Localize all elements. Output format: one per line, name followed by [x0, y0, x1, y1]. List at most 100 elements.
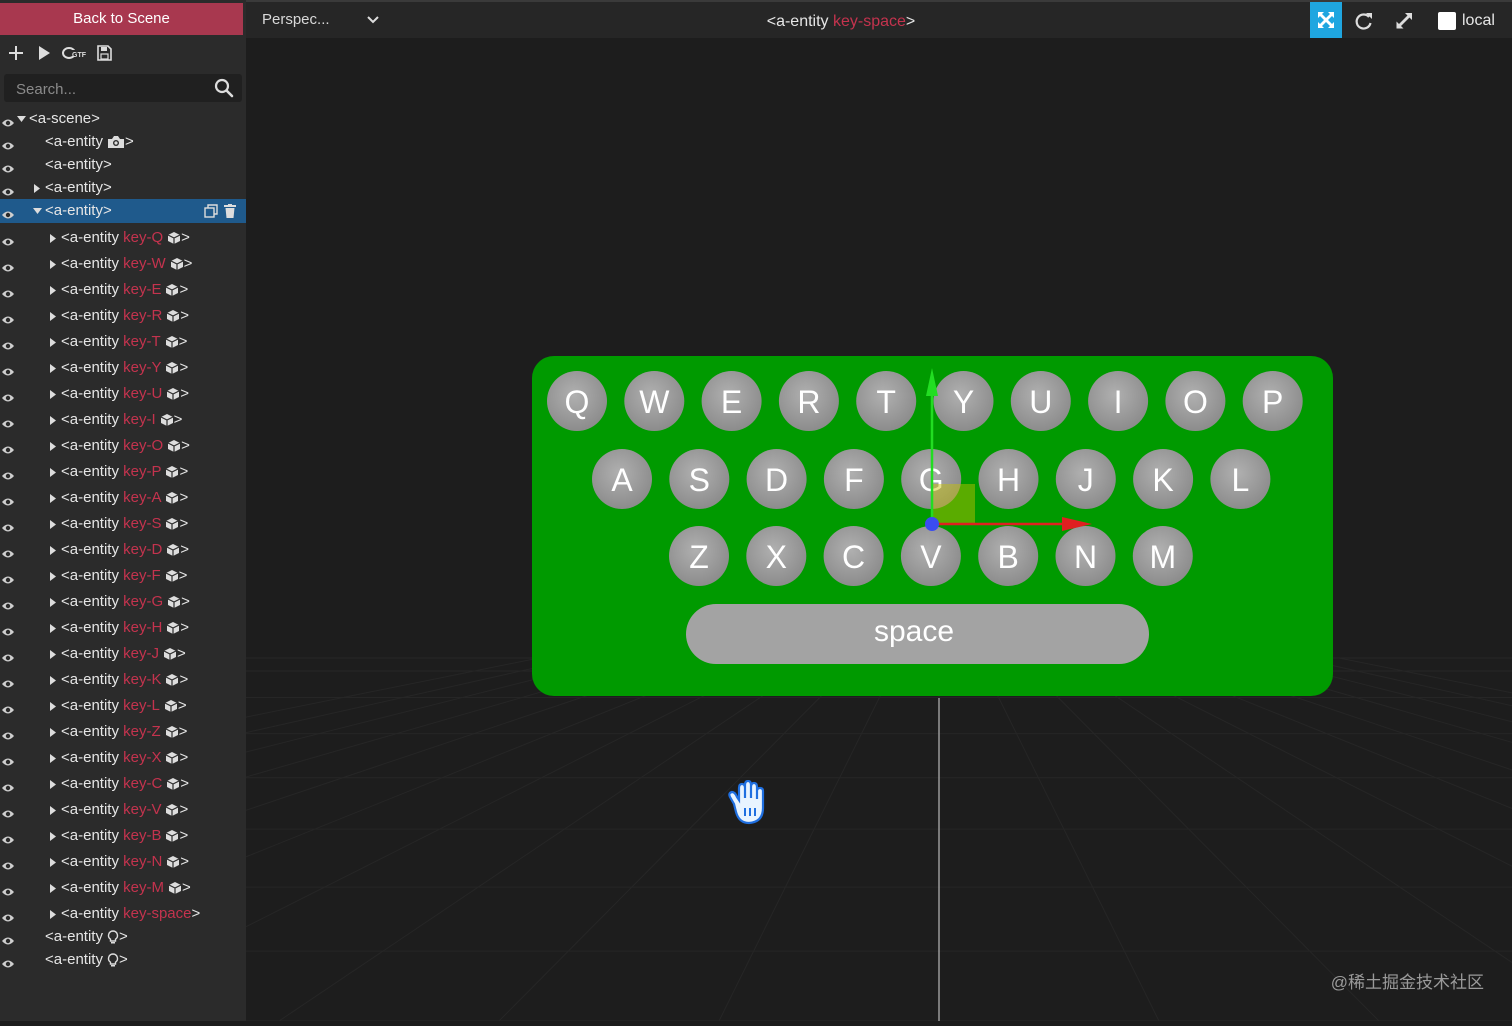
eye-icon[interactable]: [1, 700, 15, 714]
tree-row[interactable]: <a-entity>: [0, 199, 246, 223]
eye-icon[interactable]: [1, 310, 15, 324]
eye-icon[interactable]: [1, 232, 15, 246]
tree-row[interactable]: <a-entity>: [0, 130, 246, 154]
caret-right-icon[interactable]: [48, 720, 58, 744]
caret-down-icon[interactable]: [32, 199, 42, 223]
eye-icon[interactable]: [1, 388, 15, 402]
tree-row[interactable]: <a-entity key-F >: [0, 564, 246, 588]
tree-row[interactable]: <a-entity key-S >: [0, 512, 246, 536]
key-U[interactable]: U: [1010, 371, 1071, 431]
eye-icon[interactable]: [1, 622, 15, 636]
eye-icon[interactable]: [1, 205, 15, 219]
caret-right-icon[interactable]: [48, 850, 58, 874]
eye-icon[interactable]: [1, 648, 15, 662]
key-M[interactable]: M: [1132, 526, 1193, 586]
caret-right-icon[interactable]: [48, 278, 58, 302]
caret-right-icon[interactable]: [48, 304, 58, 328]
tree-row[interactable]: <a-entity>: [0, 925, 246, 949]
tree-row[interactable]: <a-entity key-space>: [0, 902, 246, 926]
eye-icon[interactable]: [1, 466, 15, 480]
eye-icon[interactable]: [1, 726, 15, 740]
eye-icon[interactable]: [1, 258, 15, 272]
tree-row[interactable]: <a-entity>: [0, 153, 246, 177]
key-E[interactable]: E: [701, 371, 762, 431]
key-B[interactable]: B: [978, 526, 1039, 586]
caret-down-icon[interactable]: [16, 107, 26, 131]
eye-icon[interactable]: [1, 136, 15, 150]
eye-icon[interactable]: [1, 492, 15, 506]
tree-row[interactable]: <a-entity key-I >: [0, 408, 246, 432]
key-I[interactable]: I: [1088, 371, 1149, 431]
tree-row[interactable]: <a-entity key-E >: [0, 278, 246, 302]
space-key[interactable]: space: [686, 604, 1149, 664]
clone-icon[interactable]: [204, 204, 218, 218]
caret-right-icon[interactable]: [48, 434, 58, 458]
caret-right-icon[interactable]: [48, 538, 58, 562]
tree-row[interactable]: <a-entity key-B >: [0, 824, 246, 848]
eye-icon[interactable]: [1, 752, 15, 766]
key-J[interactable]: J: [1055, 449, 1116, 509]
tree-row[interactable]: <a-entity key-D >: [0, 538, 246, 562]
caret-right-icon[interactable]: [48, 824, 58, 848]
tree-row[interactable]: <a-entity key-K >: [0, 668, 246, 692]
eye-icon[interactable]: [1, 362, 15, 376]
caret-right-icon[interactable]: [48, 668, 58, 692]
caret-right-icon[interactable]: [48, 590, 58, 614]
caret-right-icon[interactable]: [48, 616, 58, 640]
caret-right-icon[interactable]: [48, 382, 58, 406]
scale-tool-icon[interactable]: [1394, 11, 1414, 31]
eye-icon[interactable]: [1, 284, 15, 298]
tree-row[interactable]: <a-entity key-U >: [0, 382, 246, 406]
caret-right-icon[interactable]: [48, 408, 58, 432]
tree-row[interactable]: <a-entity key-A >: [0, 486, 246, 510]
key-Z[interactable]: Z: [669, 526, 729, 586]
caret-right-icon[interactable]: [48, 460, 58, 484]
eye-icon[interactable]: [1, 856, 15, 870]
eye-icon[interactable]: [1, 596, 15, 610]
tree-row[interactable]: <a-entity key-Z >: [0, 720, 246, 744]
key-V[interactable]: V: [900, 526, 961, 586]
translate-tool-button[interactable]: [1310, 2, 1342, 38]
caret-right-icon[interactable]: [48, 746, 58, 770]
caret-right-icon[interactable]: [48, 876, 58, 900]
key-R[interactable]: R: [778, 371, 839, 431]
eye-icon[interactable]: [1, 778, 15, 792]
caret-right-icon[interactable]: [48, 694, 58, 718]
tree-row[interactable]: <a-entity key-N >: [0, 850, 246, 874]
tree-row[interactable]: <a-entity key-L >: [0, 694, 246, 718]
eye-icon[interactable]: [1, 113, 15, 127]
eye-icon[interactable]: [1, 544, 15, 558]
caret-right-icon[interactable]: [48, 356, 58, 380]
tree-row[interactable]: <a-entity>: [0, 948, 246, 972]
3d-viewport[interactable]: QWERTYUIOPASDFGHJKLZXCVBNM space @稀土掘金技术…: [0, 38, 1512, 1022]
gizmo-plane-handle[interactable]: [932, 484, 975, 524]
tree-row[interactable]: <a-entity key-O >: [0, 434, 246, 458]
eye-icon[interactable]: [1, 414, 15, 428]
caret-right-icon[interactable]: [48, 902, 58, 926]
tree-row[interactable]: <a-entity key-V >: [0, 798, 246, 822]
gizmo-z-handle[interactable]: [925, 517, 939, 531]
key-F[interactable]: F: [823, 449, 884, 509]
tree-row[interactable]: <a-entity key-Y >: [0, 356, 246, 380]
tree-row[interactable]: <a-entity key-C >: [0, 772, 246, 796]
eye-icon[interactable]: [1, 804, 15, 818]
key-C[interactable]: C: [823, 526, 884, 586]
eye-icon[interactable]: [1, 954, 15, 968]
key-D[interactable]: D: [746, 449, 807, 509]
tree-row[interactable]: <a-entity>: [0, 176, 246, 200]
tree-row[interactable]: <a-scene>: [0, 107, 246, 131]
caret-right-icon[interactable]: [48, 486, 58, 510]
key-X[interactable]: X: [746, 526, 807, 586]
key-N[interactable]: N: [1055, 526, 1116, 586]
tree-row[interactable]: <a-entity key-T >: [0, 330, 246, 354]
key-O[interactable]: O: [1165, 371, 1226, 431]
tree-row[interactable]: <a-entity key-J >: [0, 642, 246, 666]
key-S[interactable]: S: [669, 449, 730, 509]
key-H[interactable]: H: [978, 449, 1039, 509]
tree-row[interactable]: <a-entity key-X >: [0, 746, 246, 770]
eye-icon[interactable]: [1, 908, 15, 922]
local-checkbox[interactable]: [1438, 12, 1456, 30]
eye-icon[interactable]: [1, 830, 15, 844]
eye-icon[interactable]: [1, 182, 15, 196]
key-W[interactable]: W: [624, 371, 685, 431]
